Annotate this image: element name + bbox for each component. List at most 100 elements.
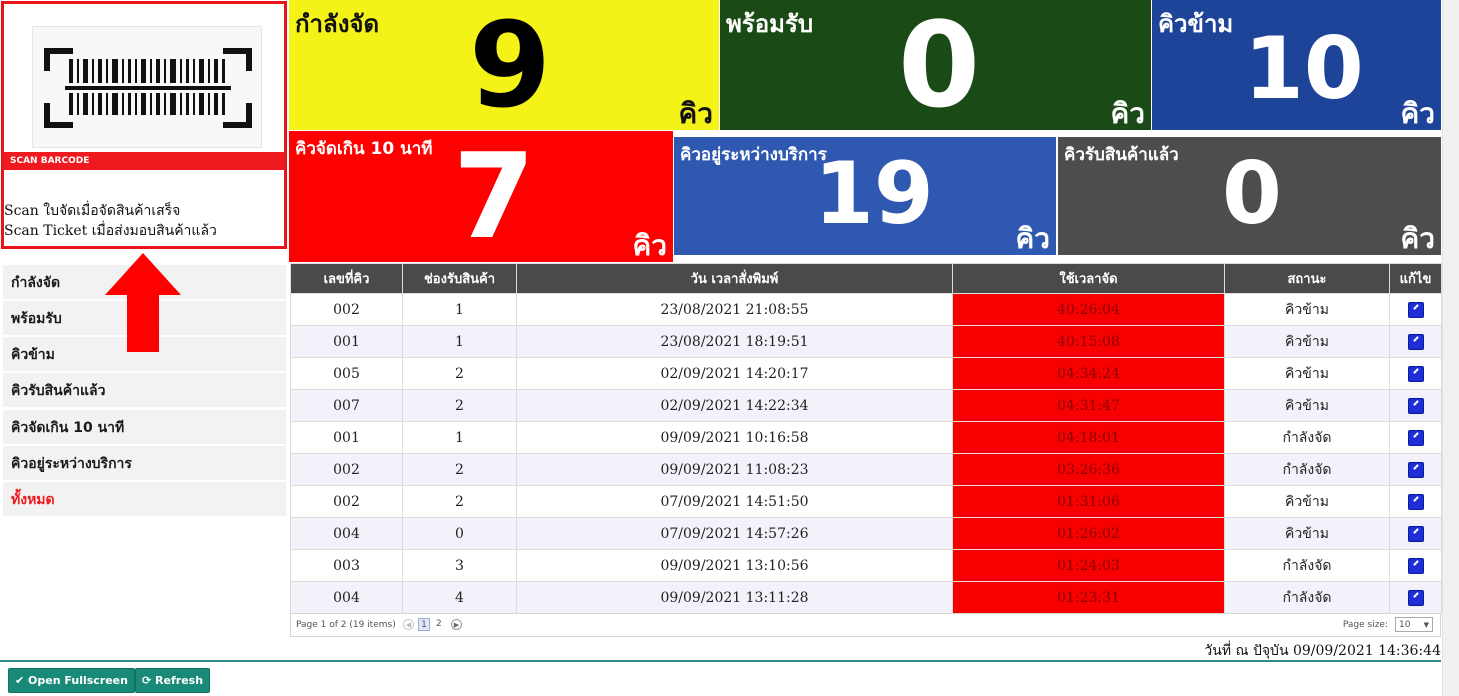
cell-print-time: 09/09/2021 11:08:23 (516, 453, 953, 486)
table-row: 001 1 09/09/2021 10:16:58 04:18:01 กำลังจัด (290, 421, 1442, 454)
refresh-button[interactable]: ⟳ Refresh (135, 668, 211, 693)
tile-label: คิวรับสินค้าแล้ว (1064, 145, 1179, 165)
edit-icon[interactable] (1407, 525, 1424, 542)
tile-count: 0 (1222, 144, 1282, 244)
cell-print-time: 09/09/2021 10:16:58 (516, 421, 953, 454)
cell-status: กำลังจัด (1224, 581, 1390, 614)
tile-unit: คิว (1110, 97, 1145, 130)
tile-count: 7 (453, 131, 536, 262)
cell-counter: 3 (402, 549, 517, 582)
cell-counter: 1 (402, 421, 517, 454)
cell-print-time: 07/09/2021 14:57:26 (516, 517, 953, 550)
open-fullscreen-button[interactable]: ✔ Open Fullscreen (8, 668, 135, 693)
cell-counter: 2 (402, 389, 517, 422)
cell-queue-no: 001 (290, 325, 403, 358)
cell-counter: 1 (402, 293, 517, 326)
page-size-select[interactable]: 10 ▼ (1395, 617, 1433, 632)
cell-queue-no: 004 (290, 517, 403, 550)
tile-received[interactable]: คิวรับสินค้าแล้ว 0 คิว (1058, 137, 1441, 255)
table-row: 002 1 23/08/2021 21:08:55 40:26:04 คิวข้าม (290, 293, 1442, 326)
pager: Page 1 of 2 (19 items) ◀ 1 2 ▶ Page size… (290, 613, 1441, 637)
edit-icon[interactable] (1407, 397, 1424, 414)
tile-skipped[interactable]: คิวข้าม 10 คิว (1152, 0, 1441, 130)
tile-unit: คิว (1400, 222, 1435, 255)
cell-duration: 04:34:24 (952, 357, 1225, 390)
page-1-button[interactable]: 1 (418, 618, 430, 631)
cell-counter: 0 (402, 517, 517, 550)
cell-duration: 01:31:06 (952, 485, 1225, 518)
scan-barcode-header: SCAN BARCODE (4, 152, 284, 170)
page-size-value: 10 (1399, 620, 1411, 630)
tile-count: 9 (469, 0, 552, 130)
cell-edit (1389, 453, 1442, 486)
cell-status: กำลังจัด (1224, 453, 1390, 486)
edit-icon[interactable] (1407, 333, 1424, 350)
cell-counter: 2 (402, 453, 517, 486)
cell-edit (1389, 485, 1442, 518)
cell-status: กำลังจัด (1224, 549, 1390, 582)
cell-print-time: 02/09/2021 14:20:17 (516, 357, 953, 390)
col-header-queue-no[interactable]: เลขที่คิว (290, 263, 403, 294)
edit-icon[interactable] (1407, 557, 1424, 574)
tile-count: 10 (1244, 19, 1364, 119)
tile-picking[interactable]: กำลังจัด 9 คิว (289, 0, 719, 130)
table-row: 007 2 02/09/2021 14:22:34 04:31:47 คิวข้าม (290, 389, 1442, 422)
edit-icon[interactable] (1407, 589, 1424, 606)
cell-queue-no: 001 (290, 421, 403, 454)
cell-counter: 2 (402, 357, 517, 390)
cell-edit (1389, 421, 1442, 454)
cell-status: คิวข้าม (1224, 293, 1390, 326)
tile-ready[interactable]: พร้อมรับ 0 คิว (720, 0, 1151, 130)
cell-status: กำลังจัด (1224, 421, 1390, 454)
tile-overtime[interactable]: คิวจัดเกิน 10 นาที 7 คิว (289, 131, 673, 262)
next-page-icon[interactable]: ▶ (451, 619, 462, 630)
refresh-icon: ⟳ (142, 674, 156, 687)
cell-queue-no: 002 (290, 293, 403, 326)
cell-queue-no: 005 (290, 357, 403, 390)
cell-status: คิวข้าม (1224, 357, 1390, 390)
table-row: 002 2 07/09/2021 14:51:50 01:31:06 คิวข้าม (290, 485, 1442, 518)
scan-panel: SCAN BARCODE Scan ใบจัดเมื่อจัดสินค้าเสร… (1, 1, 287, 249)
cell-print-time: 07/09/2021 14:51:50 (516, 485, 953, 518)
scan-instruction-1: Scan ใบจัดเมื่อจัดสินค้าเสร็จ (4, 203, 181, 219)
cell-duration: 04:31:47 (952, 389, 1225, 422)
edit-icon[interactable] (1407, 365, 1424, 382)
col-header-duration[interactable]: ใช้เวลาจัด (952, 263, 1225, 294)
prev-page-icon[interactable]: ◀ (403, 619, 414, 630)
tile-label: คิวข้าม (1158, 10, 1234, 38)
cell-edit (1389, 325, 1442, 358)
cell-edit (1389, 357, 1442, 390)
edit-icon[interactable] (1407, 493, 1424, 510)
edit-icon[interactable] (1407, 461, 1424, 478)
sidebar-item-overtime[interactable]: คิวจัดเกิน 10 นาที (3, 410, 286, 445)
sidebar-item-received[interactable]: คิวรับสินค้าแล้ว (3, 373, 286, 408)
cell-print-time: 02/09/2021 14:22:34 (516, 389, 953, 422)
table-row: 003 3 09/09/2021 13:10:56 01:24:03 กำลังจัด (290, 549, 1442, 582)
tile-label: กำลังจัด (295, 10, 380, 38)
cell-duration: 40:15:08 (952, 325, 1225, 358)
cell-edit (1389, 293, 1442, 326)
col-header-print-time[interactable]: วัน เวลาสั่งพิมพ์ (516, 263, 953, 294)
sidebar-item-all[interactable]: ทั้งหมด (3, 482, 286, 517)
vertical-scrollbar[interactable] (1442, 0, 1459, 696)
tile-label: คิวอยู่ระหว่างบริการ (680, 145, 827, 165)
sidebar-item-in-service[interactable]: คิวอยู่ระหว่างบริการ (3, 446, 286, 481)
cell-duration: 40:26:04 (952, 293, 1225, 326)
col-header-counter[interactable]: ช่องรับสินค้า (402, 263, 517, 294)
cell-print-time: 09/09/2021 13:11:28 (516, 581, 953, 614)
cell-status: คิวข้าม (1224, 325, 1390, 358)
edit-icon[interactable] (1407, 301, 1424, 318)
cell-duration: 04:18:01 (952, 421, 1225, 454)
table-row: 005 2 02/09/2021 14:20:17 04:34:24 คิวข้าม (290, 357, 1442, 390)
col-header-status[interactable]: สถานะ (1224, 263, 1390, 294)
cell-duration: 03:26:36 (952, 453, 1225, 486)
edit-icon[interactable] (1407, 429, 1424, 446)
cell-status: คิวข้าม (1224, 485, 1390, 518)
tile-in-service[interactable]: คิวอยู่ระหว่างบริการ 19 คิว (674, 137, 1056, 255)
scan-instruction-2: Scan Ticket เมื่อส่งมอบสินค้าแล้ว (4, 223, 217, 239)
table-row: 002 2 09/09/2021 11:08:23 03:26:36 กำลังจัด (290, 453, 1442, 486)
pager-info: Page 1 of 2 (19 items) (296, 620, 396, 630)
page-2-button[interactable]: 2 (436, 619, 442, 629)
col-header-edit: แก้ไข (1389, 263, 1442, 294)
open-fullscreen-label: Open Fullscreen (28, 674, 128, 687)
